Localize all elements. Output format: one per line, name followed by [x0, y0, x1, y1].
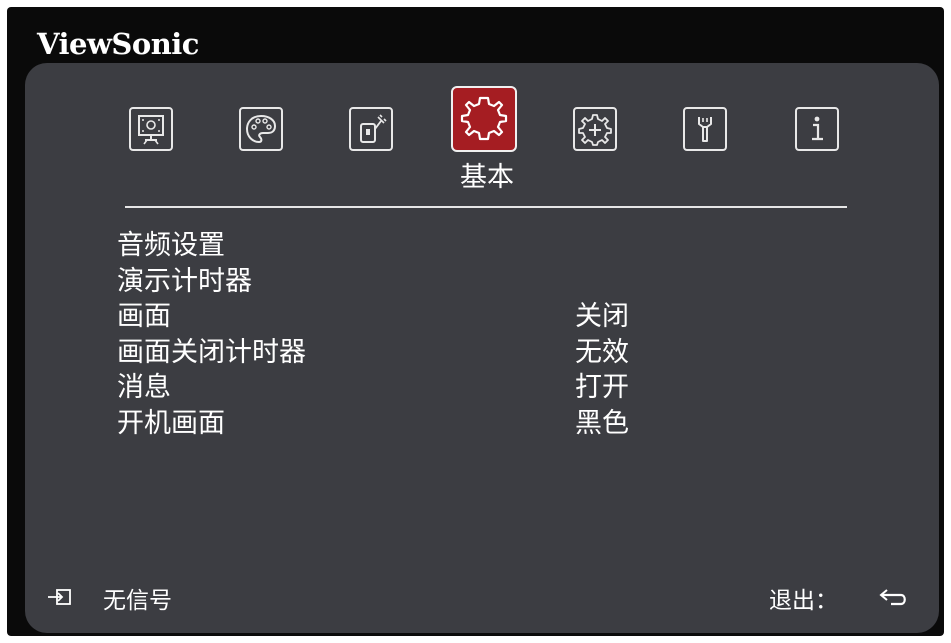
- tab-information[interactable]: [795, 107, 839, 151]
- menu-item-message[interactable]: 消息 打开: [117, 370, 817, 406]
- menu-item-presentation-timer[interactable]: 演示计时器: [117, 264, 817, 300]
- wrench-icon: [698, 117, 712, 142]
- active-tab-label: 基本: [460, 162, 514, 193]
- tab-advanced[interactable]: [573, 107, 617, 151]
- tab-basic[interactable]: [451, 86, 517, 152]
- source-status-text: 无信号: [103, 588, 172, 614]
- menu-item-audio-settings[interactable]: 音频设置: [117, 228, 817, 264]
- menu-item-label: 演示计时器: [117, 265, 252, 297]
- tab-system[interactable]: [683, 107, 727, 151]
- menu-item-blank-screen[interactable]: 画面 关闭: [117, 299, 817, 335]
- tab-power[interactable]: [349, 107, 393, 151]
- tab-bar: 基本: [25, 63, 939, 203]
- divider: [125, 206, 847, 208]
- menu-item-label: 画面关闭计时器: [117, 336, 306, 368]
- tab-color[interactable]: [239, 107, 283, 151]
- advanced-gear-icon: [578, 114, 612, 146]
- menu-item-label: 音频设置: [117, 230, 225, 261]
- brand-logo: ViewSonic: [37, 27, 199, 61]
- settings-menu: 音频设置 演示计时器 画面 关闭 画面关闭计时器 无效 消息 打开 开机画面 黑: [117, 228, 817, 441]
- menu-item-label: 开机画面: [117, 407, 225, 439]
- exit-hint[interactable]: 退出：: [769, 581, 909, 614]
- menu-item-value: 无效: [575, 336, 629, 368]
- gear-icon: [460, 96, 508, 141]
- osd-window: ViewSonic 基本 音频设置 演示计时器 画面 关闭 画面关闭计时器 无效…: [7, 7, 944, 636]
- menu-item-value: 打开: [575, 372, 629, 403]
- palette-icon: [245, 114, 277, 144]
- input-source-icon: [48, 589, 71, 605]
- display-icon: [138, 115, 164, 145]
- menu-item-label: 消息: [117, 372, 171, 403]
- tab-display[interactable]: [129, 107, 173, 151]
- exit-label: 退出：: [769, 588, 838, 614]
- menu-item-blank-timer[interactable]: 画面关闭计时器 无效: [117, 335, 817, 371]
- menu-item-value: 关闭: [575, 301, 629, 332]
- return-arrow-icon: [879, 589, 906, 606]
- menu-panel: 基本 音频设置 演示计时器 画面 关闭 画面关闭计时器 无效 消息 打开 开机画…: [25, 63, 939, 633]
- power-plug-icon: [360, 114, 387, 143]
- menu-item-label: 画面: [117, 301, 171, 332]
- menu-item-value: 黑色: [575, 407, 629, 439]
- info-icon: [812, 116, 823, 141]
- menu-item-splash-screen[interactable]: 开机画面 黑色: [117, 406, 817, 442]
